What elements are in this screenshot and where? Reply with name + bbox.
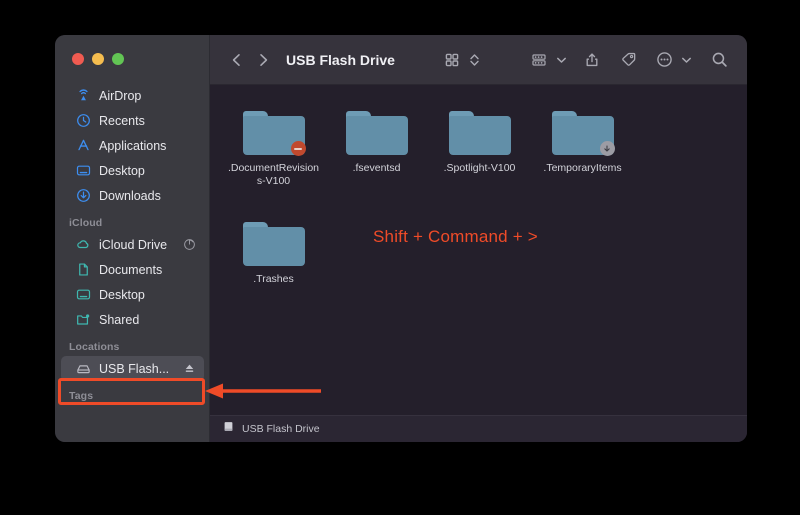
stop-badge-icon <box>290 141 306 156</box>
file-row: .Trashes <box>222 210 735 286</box>
sidebar-item-applications[interactable]: Applications <box>61 133 204 158</box>
sidebar-item-usb-flash-drive[interactable]: USB Flash... <box>61 356 204 381</box>
applications-icon <box>75 138 91 154</box>
chevron-down-icon[interactable] <box>680 47 693 73</box>
file-name: .Spotlight-V100 <box>443 162 516 174</box>
file-item[interactable]: .Trashes <box>222 210 325 286</box>
sidebar-item-shared[interactable]: Shared <box>61 307 204 332</box>
finder-toolbar: USB Flash Drive <box>210 35 747 85</box>
folder-icon <box>242 105 306 156</box>
sidebar-item-desktop-icloud[interactable]: Desktop <box>61 282 204 307</box>
file-name: .Trashes <box>253 273 294 285</box>
folder-icon <box>448 105 511 155</box>
file-icon-grid: .DocumentRevisions-V100 .fseventsd .Spot… <box>210 85 747 415</box>
sidebar-item-airdrop[interactable]: AirDrop <box>61 83 204 108</box>
file-item[interactable]: .fseventsd <box>325 99 428 188</box>
cloud-icon <box>75 237 91 253</box>
file-item[interactable]: .TemporaryItems <box>531 99 634 188</box>
sidebar-item-label: Documents <box>99 262 163 277</box>
sidebar-item-label: Downloads <box>99 188 161 203</box>
sidebar-list: AirDrop Recents Applications Desktop Dow… <box>55 83 210 405</box>
sidebar-item-documents[interactable]: Documents <box>61 257 204 282</box>
drive-icon <box>75 361 91 377</box>
desktop-icon <box>75 163 91 179</box>
desktop-icon <box>75 287 91 303</box>
sidebar-item-desktop[interactable]: Desktop <box>61 158 204 183</box>
tag-icon[interactable] <box>614 47 642 73</box>
view-mode-control[interactable] <box>438 47 481 73</box>
path-bar-label: USB Flash Drive <box>242 423 320 435</box>
sidebar-item-label: USB Flash... <box>99 361 170 376</box>
sidebar-item-recents[interactable]: Recents <box>61 108 204 133</box>
back-button[interactable] <box>224 47 250 73</box>
close-button[interactable] <box>72 53 84 65</box>
sidebar-item-label: Shared <box>99 312 140 327</box>
minimize-button[interactable] <box>92 53 104 65</box>
file-name: .TemporaryItems <box>543 162 622 174</box>
share-icon[interactable] <box>578 47 606 73</box>
screenshot-root: AirDrop Recents Applications Desktop Dow… <box>0 0 800 515</box>
sidebar-item-label: AirDrop <box>99 88 142 103</box>
window-traffic-lights <box>72 53 124 65</box>
download-badge-icon <box>599 141 615 156</box>
group-by-icon[interactable] <box>525 47 553 73</box>
file-item[interactable]: .Spotlight-V100 <box>428 99 531 188</box>
clock-icon <box>75 113 91 129</box>
ellipsis-circle-icon[interactable] <box>650 47 678 73</box>
file-item[interactable]: .DocumentRevisions-V100 <box>222 99 325 188</box>
window-title: USB Flash Drive <box>286 51 395 68</box>
document-icon <box>75 262 91 278</box>
grid-view-icon[interactable] <box>438 47 466 73</box>
group-by-control[interactable] <box>525 47 568 73</box>
folder-icon <box>551 105 615 156</box>
folder-icon <box>242 216 305 266</box>
more-actions-control[interactable] <box>650 47 693 73</box>
file-name: .DocumentRevisions-V100 <box>227 162 320 187</box>
forward-button[interactable] <box>250 47 276 73</box>
finder-sidebar: AirDrop Recents Applications Desktop Dow… <box>55 35 210 442</box>
sidebar-item-label: iCloud Drive <box>99 237 168 252</box>
sidebar-item-label: Desktop <box>99 287 145 302</box>
sync-progress-icon <box>182 238 196 252</box>
drive-icon <box>222 420 235 438</box>
search-icon[interactable] <box>705 47 733 73</box>
file-row: .DocumentRevisions-V100 .fseventsd .Spot… <box>222 99 735 188</box>
chevron-updown-icon[interactable] <box>468 47 481 73</box>
file-name: .fseventsd <box>352 162 401 174</box>
chevron-down-icon[interactable] <box>555 47 568 73</box>
sidebar-section-locations: Locations <box>69 341 120 353</box>
finder-window: AirDrop Recents Applications Desktop Dow… <box>55 35 747 442</box>
sidebar-section-icloud: iCloud <box>69 217 103 229</box>
download-icon <box>75 188 91 204</box>
zoom-button[interactable] <box>112 53 124 65</box>
shared-folder-icon <box>75 312 91 328</box>
folder-icon <box>345 105 408 155</box>
sidebar-section-tags: Tags <box>69 390 94 402</box>
sidebar-item-icloud-drive[interactable]: iCloud Drive <box>61 232 204 257</box>
sidebar-item-label: Applications <box>99 138 167 153</box>
sidebar-item-label: Recents <box>99 113 145 128</box>
airdrop-icon <box>75 88 91 104</box>
finder-path-bar: USB Flash Drive <box>210 415 747 442</box>
finder-main-pane: USB Flash Drive .DocumentRevisions-V100 … <box>210 35 747 442</box>
eject-icon[interactable] <box>182 362 196 376</box>
sidebar-item-label: Desktop <box>99 163 145 178</box>
sidebar-item-downloads[interactable]: Downloads <box>61 183 204 208</box>
keyboard-shortcut-annotation: Shift + Command + > <box>373 227 538 246</box>
